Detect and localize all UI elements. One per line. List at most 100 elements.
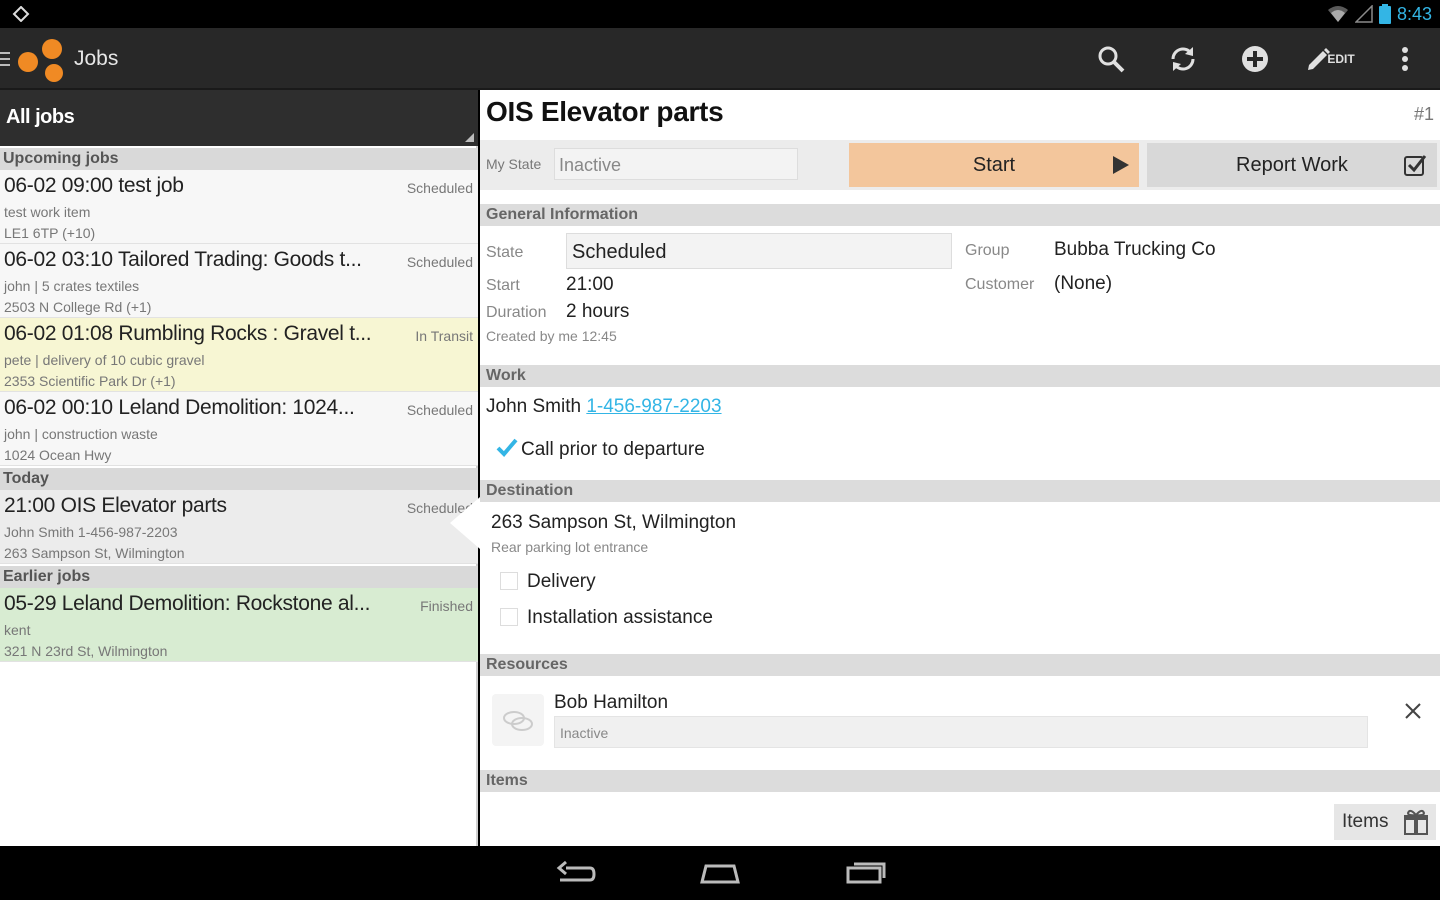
job-address: 2503 N College Rd (+1)	[4, 299, 152, 315]
state-label: State	[486, 244, 524, 261]
job-address: LE1 6TP (+10)	[4, 225, 96, 241]
checkmark-icon	[496, 438, 518, 457]
customer-value: (None)	[1054, 273, 1113, 294]
duration-label: Duration	[486, 304, 547, 321]
delivery-checkbox[interactable]	[500, 572, 518, 590]
resource-name: Bob Hamilton	[554, 692, 669, 713]
job-list-item[interactable]: 05-29 Leland Demolition: Rockstone al...…	[0, 588, 478, 662]
recent-apps-icon[interactable]	[844, 858, 888, 888]
job-detail: john | construction waste	[4, 426, 158, 442]
report-work-button[interactable]: Report Work	[1147, 143, 1437, 187]
items-button-label: Items	[1342, 811, 1389, 832]
play-icon	[1113, 156, 1129, 174]
my-state-row: My State Inactive Start Report Work	[480, 140, 1440, 190]
action-bar: Jobs EDIT	[0, 28, 1440, 90]
checklist-item: Call prior to departure	[521, 439, 705, 460]
job-title: 05-29 Leland Demolition: Rockstone al...	[4, 592, 371, 615]
job-status: Scheduled	[406, 402, 473, 418]
battery-icon	[1378, 4, 1391, 24]
overflow-icon	[1402, 47, 1408, 71]
job-title: 06-02 01:08 Rumbling Rocks : Gravel t...	[4, 322, 372, 345]
job-address: 263 Sampson St, Wilmington	[4, 545, 185, 561]
start-button-label: Start	[972, 153, 1016, 176]
section-header-upcoming: Upcoming jobs	[0, 148, 478, 170]
section-general-information: General Information	[480, 204, 1440, 226]
job-address: 321 N 23rd St, Wilmington	[4, 643, 168, 659]
job-address: 1024 Ocean Hwy	[4, 447, 112, 463]
job-detail: test work item	[4, 204, 91, 220]
section-header-today: Today	[0, 468, 478, 490]
gift-icon	[1404, 809, 1428, 835]
job-title: 06-02 00:10 Leland Demolition: 1024...	[4, 396, 355, 419]
home-icon[interactable]	[698, 858, 742, 888]
job-filter-spinner[interactable]: All jobs	[0, 90, 478, 146]
section-destination: Destination	[480, 480, 1440, 502]
edit-label: EDIT	[1327, 52, 1355, 66]
state-field[interactable]: Scheduled	[566, 233, 952, 269]
job-number: #1	[1413, 104, 1434, 124]
job-detail: John Smith 1-456-987-2203	[4, 524, 178, 540]
overflow-menu-button[interactable]	[1388, 42, 1422, 76]
group-label: Group	[965, 242, 1010, 259]
items-button[interactable]: Items	[1334, 804, 1436, 840]
section-items: Items	[480, 770, 1440, 792]
edit-button[interactable]: EDIT	[1298, 42, 1362, 76]
job-detail-pane: OIS Elevator parts #1 My State Inactive …	[480, 90, 1440, 846]
section-header-earlier: Earlier jobs	[0, 566, 478, 588]
job-status: Scheduled	[406, 254, 473, 270]
wifi-icon	[1327, 6, 1348, 22]
job-list-pane: All jobs Upcoming jobs 06-02 09:00 test …	[0, 90, 478, 846]
duration-value: 2 hours	[566, 301, 630, 322]
back-icon[interactable]	[554, 858, 598, 888]
add-button[interactable]	[1238, 42, 1272, 76]
job-status: In Transit	[415, 328, 473, 344]
report-work-label: Report Work	[1236, 153, 1348, 176]
status-time: 8:43	[1396, 3, 1432, 24]
work-contact: John Smith 1-456-987-2203	[486, 396, 722, 418]
job-status: Finished	[420, 598, 473, 614]
my-state-label: My State	[486, 156, 542, 172]
job-detail-title: OIS Elevator parts	[486, 96, 724, 127]
destination-address: 263 Sampson St, Wilmington	[491, 512, 737, 533]
notification-icon	[12, 6, 30, 22]
delivery-option: Delivery	[527, 571, 596, 592]
section-work: Work	[480, 365, 1440, 387]
customer-label: Customer	[965, 276, 1035, 293]
contact-name: John Smith	[486, 396, 582, 417]
section-resources: Resources	[480, 654, 1440, 676]
destination-note: Rear parking lot entrance	[491, 539, 649, 555]
job-address: 2353 Scientific Park Dr (+1)	[4, 373, 176, 389]
search-icon	[1098, 46, 1125, 73]
app-logo-icon[interactable]	[16, 35, 68, 83]
installation-checkbox[interactable]	[500, 608, 518, 626]
installation-option: Installation assistance	[527, 607, 713, 628]
status-bar: 8:43	[0, 0, 1440, 28]
close-icon[interactable]	[1402, 700, 1424, 722]
job-detail: kent	[4, 622, 31, 638]
contact-phone-link[interactable]: 1-456-987-2203	[586, 396, 721, 417]
job-list-item[interactable]: 06-02 09:00 test job Scheduled test work…	[0, 170, 478, 244]
resource-state-field[interactable]: Inactive	[554, 716, 1368, 748]
created-by: Created by me 12:45	[486, 328, 617, 344]
job-filter-label: All jobs	[6, 106, 75, 128]
start-value: 21:00	[566, 274, 614, 295]
search-button[interactable]	[1094, 42, 1128, 76]
checkbox-checked-icon	[1404, 155, 1427, 176]
my-state-field[interactable]: Inactive	[554, 148, 798, 180]
group-value: Bubba Trucking Co	[1054, 239, 1216, 260]
add-icon	[1242, 46, 1268, 72]
navigation-bar	[0, 846, 1440, 900]
selection-pointer	[450, 497, 480, 549]
start-button[interactable]: Start	[849, 143, 1139, 187]
chat-bubbles-icon	[503, 711, 533, 731]
refresh-button[interactable]	[1166, 42, 1200, 76]
job-list-item-selected[interactable]: 21:00 OIS Elevator parts Scheduled John …	[0, 490, 478, 564]
job-list-item[interactable]: 06-02 03:10 Tailored Trading: Goods t...…	[0, 244, 478, 318]
start-label: Start	[486, 277, 520, 294]
signal-icon	[1354, 5, 1373, 23]
avatar	[492, 694, 544, 746]
job-list-item[interactable]: 06-02 01:08 Rumbling Rocks : Gravel t...…	[0, 318, 478, 392]
job-list-item[interactable]: 06-02 00:10 Leland Demolition: 1024... S…	[0, 392, 478, 466]
drawer-menu-icon[interactable]	[0, 52, 12, 66]
spinner-corner-icon	[465, 133, 474, 142]
